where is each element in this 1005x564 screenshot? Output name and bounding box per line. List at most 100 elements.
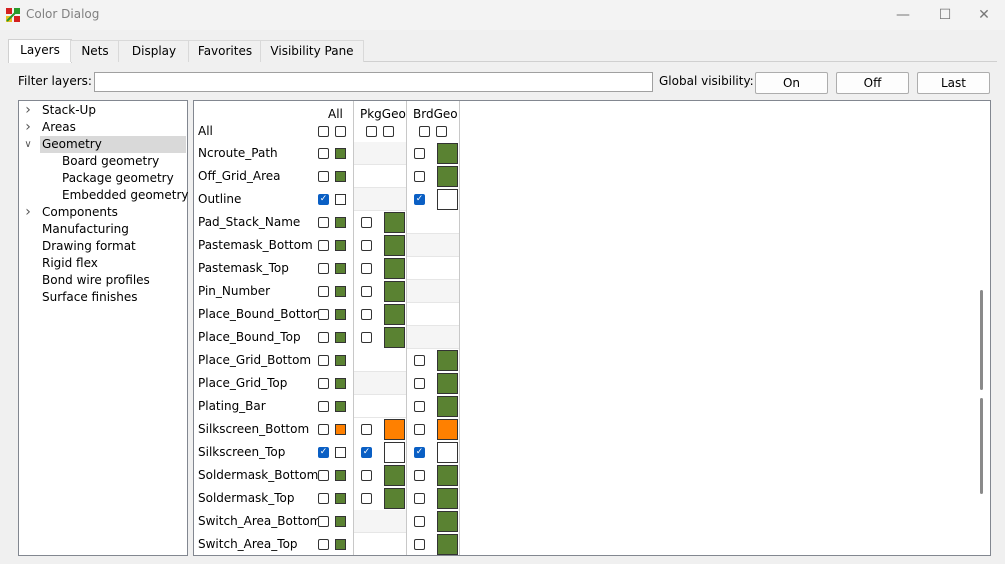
tree-item-manufacturing[interactable]: Manufacturing bbox=[42, 221, 129, 238]
layer-all-color-swatch[interactable] bbox=[335, 263, 346, 274]
visibility-last-button[interactable]: Last bbox=[917, 72, 990, 94]
layer-pkggeo-checkbox[interactable] bbox=[361, 240, 372, 251]
layer-pkggeo-color-swatch[interactable] bbox=[384, 442, 405, 463]
tree-item-board-geometry[interactable]: Board geometry bbox=[62, 153, 159, 170]
layer-brdgeo-checkbox[interactable] bbox=[414, 470, 425, 481]
layer-brdgeo-color-swatch[interactable] bbox=[437, 350, 458, 371]
tree-item-surface-finishes[interactable]: Surface finishes bbox=[42, 289, 138, 306]
layer-pkggeo-checkbox[interactable] bbox=[361, 263, 372, 274]
layer-all-checkbox[interactable] bbox=[318, 217, 329, 228]
tree-item-components[interactable]: Components bbox=[42, 204, 118, 221]
tree-item-package-geometry[interactable]: Package geometry bbox=[62, 170, 174, 187]
layer-all-checkbox[interactable]: ✓ bbox=[318, 447, 329, 458]
tree-item-bond-wire-profiles[interactable]: Bond wire profiles bbox=[42, 272, 150, 289]
layer-all-checkbox[interactable] bbox=[318, 493, 329, 504]
layer-all-color-swatch[interactable] bbox=[335, 309, 346, 320]
all-pkg-checkbox[interactable] bbox=[366, 126, 377, 137]
layer-all-color-swatch[interactable] bbox=[335, 378, 346, 389]
vertical-scrollbar[interactable] bbox=[980, 290, 983, 390]
layer-all-color-swatch[interactable] bbox=[335, 401, 346, 412]
layer-all-color-swatch[interactable] bbox=[335, 447, 346, 458]
chevron-right-icon[interactable]: › bbox=[23, 120, 33, 134]
layer-brdgeo-color-swatch[interactable] bbox=[437, 511, 458, 532]
chevron-right-icon[interactable]: › bbox=[23, 103, 33, 117]
layer-pkggeo-checkbox[interactable] bbox=[361, 309, 372, 320]
all-all-color[interactable] bbox=[335, 126, 346, 137]
layer-brdgeo-checkbox[interactable] bbox=[414, 516, 425, 527]
layer-all-color-swatch[interactable] bbox=[335, 194, 346, 205]
layer-pkggeo-checkbox[interactable]: ✓ bbox=[361, 447, 372, 458]
layer-pkggeo-checkbox[interactable] bbox=[361, 493, 372, 504]
layer-pkggeo-color-swatch[interactable] bbox=[384, 419, 405, 440]
layer-all-color-swatch[interactable] bbox=[335, 355, 346, 366]
visibility-off-button[interactable]: Off bbox=[836, 72, 909, 94]
layer-all-color-swatch[interactable] bbox=[335, 171, 346, 182]
all-brd-checkbox[interactable] bbox=[419, 126, 430, 137]
layer-brdgeo-checkbox[interactable] bbox=[414, 539, 425, 550]
layer-all-checkbox[interactable] bbox=[318, 309, 329, 320]
tree-item-drawing-format[interactable]: Drawing format bbox=[42, 238, 136, 255]
layer-pkggeo-checkbox[interactable] bbox=[361, 217, 372, 228]
layer-brdgeo-color-swatch[interactable] bbox=[437, 534, 458, 555]
all-all-checkbox[interactable] bbox=[318, 126, 329, 137]
layer-pkggeo-checkbox[interactable] bbox=[361, 286, 372, 297]
layer-all-color-swatch[interactable] bbox=[335, 493, 346, 504]
tab-visibility-pane[interactable]: Visibility Pane bbox=[260, 40, 364, 62]
layer-all-checkbox[interactable] bbox=[318, 355, 329, 366]
tree-item-areas[interactable]: Areas bbox=[42, 119, 76, 136]
layer-brdgeo-color-swatch[interactable] bbox=[437, 465, 458, 486]
layer-all-color-swatch[interactable] bbox=[335, 470, 346, 481]
layer-all-checkbox[interactable] bbox=[318, 539, 329, 550]
layer-all-checkbox[interactable] bbox=[318, 263, 329, 274]
layer-all-color-swatch[interactable] bbox=[335, 217, 346, 228]
filter-layers-input[interactable] bbox=[94, 72, 653, 92]
layer-pkggeo-color-swatch[interactable] bbox=[384, 281, 405, 302]
layer-all-color-swatch[interactable] bbox=[335, 148, 346, 159]
layer-pkggeo-checkbox[interactable] bbox=[361, 470, 372, 481]
layer-brdgeo-color-swatch[interactable] bbox=[437, 419, 458, 440]
layer-brdgeo-color-swatch[interactable] bbox=[437, 396, 458, 417]
layer-pkggeo-checkbox[interactable] bbox=[361, 424, 372, 435]
chevron-right-icon[interactable]: › bbox=[23, 205, 33, 219]
tree-item-embedded-geometry[interactable]: Embedded geometry bbox=[62, 187, 188, 204]
layer-all-checkbox[interactable] bbox=[318, 286, 329, 297]
layer-brdgeo-color-swatch[interactable] bbox=[437, 143, 458, 164]
layer-brdgeo-checkbox[interactable] bbox=[414, 148, 425, 159]
tree-item-rigid-flex[interactable]: Rigid flex bbox=[42, 255, 98, 272]
minimize-icon[interactable]: — bbox=[880, 0, 926, 30]
layer-all-checkbox[interactable] bbox=[318, 171, 329, 182]
layer-all-checkbox[interactable] bbox=[318, 240, 329, 251]
layer-all-color-swatch[interactable] bbox=[335, 516, 346, 527]
layer-all-checkbox[interactable] bbox=[318, 470, 329, 481]
layer-brdgeo-checkbox[interactable] bbox=[414, 355, 425, 366]
tab-layers[interactable]: Layers bbox=[8, 39, 72, 63]
layer-brdgeo-checkbox[interactable]: ✓ bbox=[414, 194, 425, 205]
tab-nets[interactable]: Nets bbox=[70, 40, 120, 62]
layer-all-checkbox[interactable] bbox=[318, 424, 329, 435]
layer-pkggeo-color-swatch[interactable] bbox=[384, 304, 405, 325]
layer-pkggeo-checkbox[interactable] bbox=[361, 332, 372, 343]
layer-all-color-swatch[interactable] bbox=[335, 240, 346, 251]
layer-pkggeo-color-swatch[interactable] bbox=[384, 327, 405, 348]
layer-all-checkbox[interactable]: ✓ bbox=[318, 194, 329, 205]
visibility-on-button[interactable]: On bbox=[755, 72, 828, 94]
layer-all-checkbox[interactable] bbox=[318, 516, 329, 527]
close-icon[interactable]: ✕ bbox=[961, 0, 1005, 30]
layer-pkggeo-color-swatch[interactable] bbox=[384, 235, 405, 256]
layer-all-checkbox[interactable] bbox=[318, 401, 329, 412]
tree-item-stack-up[interactable]: Stack-Up bbox=[42, 102, 96, 119]
layer-all-checkbox[interactable] bbox=[318, 378, 329, 389]
layer-brdgeo-color-swatch[interactable] bbox=[437, 442, 458, 463]
layer-brdgeo-checkbox[interactable] bbox=[414, 493, 425, 504]
layer-all-checkbox[interactable] bbox=[318, 332, 329, 343]
layer-tree[interactable]: › Stack-Up › Areas ∨ Geometry Board geometry Pa… bbox=[18, 100, 188, 556]
layer-brdgeo-color-swatch[interactable] bbox=[437, 166, 458, 187]
layer-pkggeo-color-swatch[interactable] bbox=[384, 212, 405, 233]
layer-pkggeo-color-swatch[interactable] bbox=[384, 488, 405, 509]
layer-brdgeo-checkbox[interactable] bbox=[414, 171, 425, 182]
all-brd-color[interactable] bbox=[436, 126, 447, 137]
layer-pkggeo-color-swatch[interactable] bbox=[384, 465, 405, 486]
tab-display[interactable]: Display bbox=[118, 40, 190, 62]
layer-all-color-swatch[interactable] bbox=[335, 286, 346, 297]
row-label-all[interactable]: All bbox=[198, 124, 213, 138]
